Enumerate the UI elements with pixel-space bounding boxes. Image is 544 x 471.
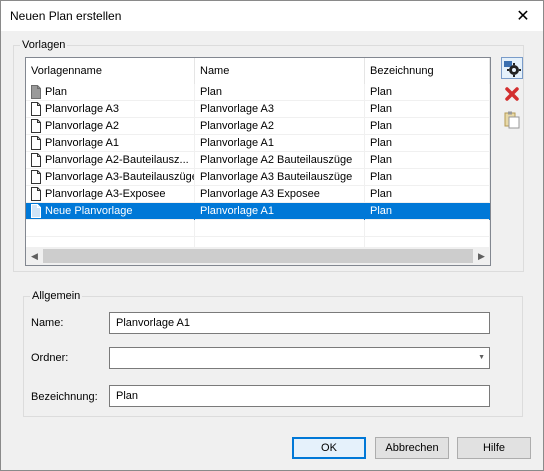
ok-button[interactable]: OK — [292, 437, 366, 459]
table-row[interactable]: Planvorlage A3-Exposee Planvorlage A3 Exp… — [26, 186, 490, 203]
template-settings-button[interactable] — [501, 57, 523, 79]
cell-bezeichnung: Plan — [365, 118, 490, 135]
templates-table[interactable]: Vorlagenname Name Bezeichnung Plan Plan Pl… — [25, 57, 491, 266]
cell-bezeichnung: Plan — [365, 135, 490, 152]
table-row[interactable]: Neue Planvorlage Planvorlage A1 Plan — [26, 203, 490, 220]
cell-name: Planvorlage A3 — [195, 101, 365, 118]
scroll-left-icon[interactable]: ◀ — [26, 247, 43, 265]
cell-bezeichnung: Plan — [365, 203, 490, 220]
ordner-label: Ordner: — [31, 352, 69, 364]
help-button[interactable]: Hilfe — [457, 437, 531, 459]
document-icon — [31, 102, 41, 116]
column-header-vorlagenname[interactable]: Vorlagenname — [26, 58, 195, 84]
cell-vorlagenname: Plan — [26, 84, 195, 101]
document-icon — [31, 153, 41, 167]
cell-vorlagenname: Planvorlage A3 — [26, 101, 195, 118]
ordner-combobox[interactable]: ▼ — [109, 347, 490, 369]
cell-vorlagenname: Planvorlage A3-Bauteilauszüge — [26, 169, 195, 186]
bezeichnung-label: Bezeichnung: — [31, 391, 98, 403]
cell-vorlagenname: Planvorlage A2-Bauteilausz... — [26, 152, 195, 169]
delete-x-icon — [505, 87, 519, 101]
window-title: Neuen Plan erstellen — [10, 9, 122, 23]
vorlagen-legend: Vorlagen — [22, 39, 66, 51]
document-icon — [31, 204, 41, 218]
allgemein-legend: Allgemein — [32, 290, 81, 302]
empty-cell — [365, 220, 490, 237]
document-icon — [31, 187, 41, 201]
paste-document-icon — [504, 111, 520, 129]
name-label: Name: — [31, 317, 64, 329]
cell-name: Plan — [195, 84, 365, 101]
table-row[interactable]: Planvorlage A3 Planvorlage A3 Plan — [26, 101, 490, 118]
name-field[interactable]: Planvorlage A1 — [109, 312, 490, 334]
cell-name: Planvorlage A3 Exposee — [195, 186, 365, 203]
cell-bezeichnung: Plan — [365, 186, 490, 203]
cell-bezeichnung: Plan — [365, 152, 490, 169]
cell-vorlagenname: Planvorlage A2 — [26, 118, 195, 135]
cell-vorlagenname: Neue Planvorlage — [26, 203, 195, 220]
close-icon: ✕ — [516, 8, 530, 25]
document-icon — [31, 170, 41, 184]
cell-vorlagenname: Planvorlage A3-Exposee — [26, 186, 195, 203]
cell-name: Planvorlage A1 — [195, 203, 365, 220]
table-header: Vorlagenname Name Bezeichnung — [26, 58, 490, 84]
cancel-button[interactable]: Abbrechen — [375, 437, 449, 459]
chevron-down-icon[interactable]: ▼ — [478, 354, 485, 361]
table-row[interactable]: Planvorlage A2-Bauteilausz... Planvorlage… — [26, 152, 490, 169]
document-icon — [31, 119, 41, 133]
table-row[interactable]: Planvorlage A3-Bauteilauszüge Planvorlage… — [26, 169, 490, 186]
plan-template-icon — [31, 85, 41, 99]
horizontal-scrollbar[interactable]: ◀ ▶ — [26, 247, 490, 265]
cell-bezeichnung: Plan — [365, 169, 490, 186]
cell-vorlagenname: Planvorlage A1 — [26, 135, 195, 152]
close-button[interactable]: ✕ — [503, 1, 543, 31]
cell-name: Planvorlage A1 — [195, 135, 365, 152]
cell-name: Planvorlage A3 Bauteilauszüge — [195, 169, 365, 186]
scrollbar-thumb[interactable] — [43, 249, 473, 263]
table-row[interactable]: Planvorlage A1 Planvorlage A1 Plan — [26, 135, 490, 152]
scroll-right-icon[interactable]: ▶ — [473, 247, 490, 265]
empty-cell — [26, 220, 195, 237]
column-header-name[interactable]: Name — [195, 58, 365, 84]
cell-bezeichnung: Plan — [365, 101, 490, 118]
dialog-window: Neuen Plan erstellen ✕ Vorlagen Vorlagen… — [0, 0, 544, 471]
bezeichnung-field[interactable]: Plan — [109, 385, 490, 407]
cell-name: Planvorlage A2 — [195, 118, 365, 135]
cell-name: Planvorlage A2 Bauteilauszüge — [195, 152, 365, 169]
cell-bezeichnung: Plan — [365, 84, 490, 101]
table-row[interactable]: Plan Plan Plan — [26, 84, 490, 101]
settings-gear-icon — [504, 61, 521, 77]
table-row[interactable]: Planvorlage A2 Planvorlage A2 Plan — [26, 118, 490, 135]
title-bar: Neuen Plan erstellen ✕ — [1, 1, 543, 31]
delete-template-button[interactable] — [501, 83, 523, 105]
document-icon — [31, 136, 41, 150]
paste-template-button[interactable] — [501, 109, 523, 131]
empty-cell — [195, 220, 365, 237]
empty-row — [26, 220, 490, 237]
column-header-bezeichnung[interactable]: Bezeichnung — [365, 58, 490, 84]
